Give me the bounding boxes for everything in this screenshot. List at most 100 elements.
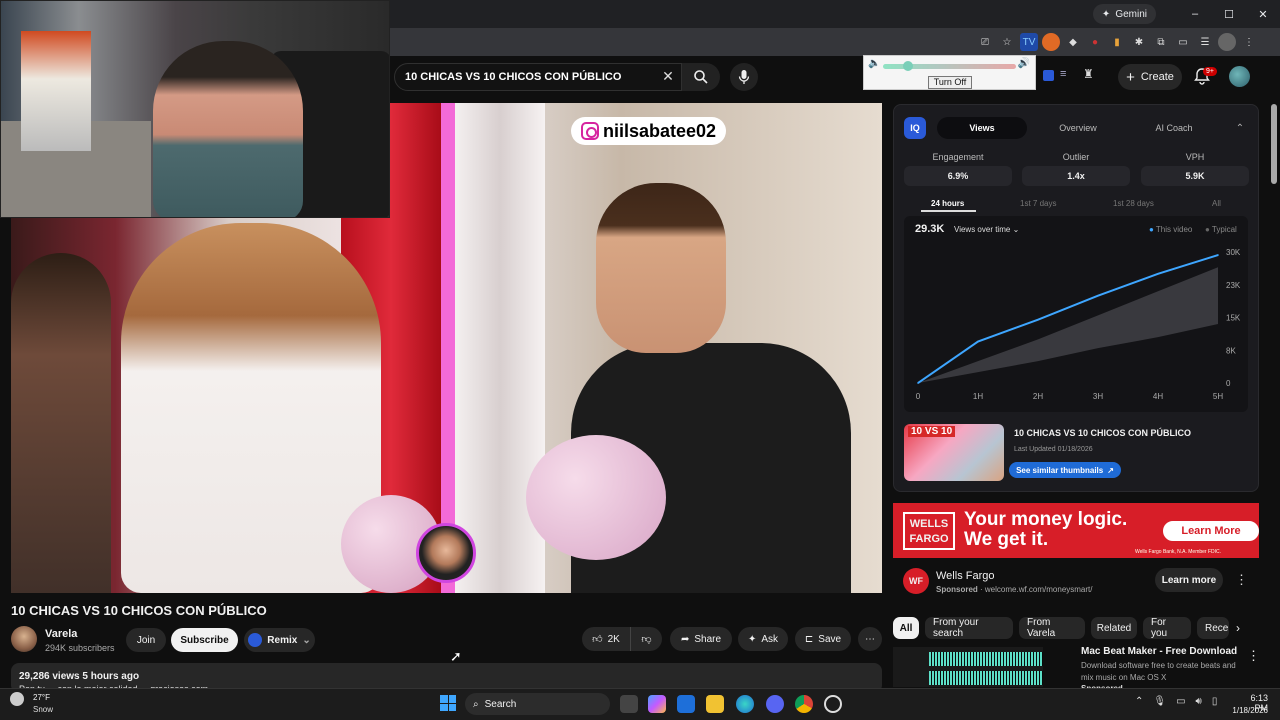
range-all[interactable]: All	[1212, 199, 1221, 208]
range-24-hours[interactable]: 24 hours	[931, 199, 964, 208]
chip-from-your-search[interactable]: From your search	[925, 617, 1013, 639]
discord-icon[interactable]	[766, 695, 784, 713]
search-input[interactable]: 10 CHICAS VS 10 CHICOS CON PÚBLICO	[394, 63, 682, 91]
account-avatar[interactable]	[1229, 66, 1250, 87]
cast-icon[interactable]: ⎚	[976, 33, 994, 51]
similar-thumbnails-button[interactable]: See similar thumbnails ↗	[1009, 462, 1121, 478]
kebab-menu-icon[interactable]: ⋮	[1235, 572, 1248, 588]
save-button[interactable]: ⊏ Save	[795, 627, 851, 651]
tab-views[interactable]: Views	[937, 117, 1027, 139]
search-icon: ⌕	[473, 698, 479, 710]
chevron-down-icon: ⌄	[302, 634, 311, 646]
remix-button[interactable]: Remix ⌄	[244, 628, 315, 652]
webcam-overlay	[0, 0, 390, 218]
trophy-icon[interactable]: ♜	[1083, 67, 1094, 81]
orange-extension-icon[interactable]	[1042, 33, 1060, 51]
gemini-button[interactable]: ✦ Gemini	[1092, 4, 1156, 24]
turn-off-button[interactable]: Turn Off	[928, 76, 972, 89]
tab-search-icon[interactable]: ☰	[1196, 33, 1214, 51]
maximize-button[interactable]: ☐	[1212, 8, 1246, 21]
subscribe-button[interactable]: Subscribe	[171, 628, 238, 652]
voice-search-button[interactable]	[730, 63, 758, 91]
waveform	[929, 652, 1043, 666]
app-icon[interactable]	[824, 695, 842, 713]
more-actions-button[interactable]: ⋯	[858, 627, 882, 651]
chrome-icon[interactable]	[795, 695, 813, 713]
microphone-icon[interactable]: 🎙︎	[1153, 696, 1166, 707]
search-button[interactable]	[682, 63, 720, 91]
chip-for-you[interactable]: For you	[1143, 617, 1191, 639]
speaker-icon[interactable]: 🔊︎	[1196, 696, 1202, 707]
instagram-handle: niilsabatee02	[603, 120, 717, 141]
weather-temperature[interactable]: 27°F	[33, 693, 50, 702]
thumbnail-preview[interactable]: 10 VS 10	[904, 424, 1004, 481]
dislike-button[interactable]: 👎︎	[630, 627, 662, 651]
recommendation-title[interactable]: Mac Beat Maker - Free Download	[1081, 646, 1237, 657]
similar-label: See similar thumbnails	[1016, 465, 1104, 475]
puzzle-icon[interactable]: ⧉	[1152, 33, 1170, 51]
chevron-up-icon[interactable]: ⌃	[1232, 121, 1248, 135]
file-explorer-icon[interactable]	[706, 695, 724, 713]
channel-name[interactable]: Varela	[45, 628, 77, 640]
ad-banner-cta[interactable]: Learn More	[1163, 521, 1259, 541]
like-button[interactable]: 👍︎ 2K	[582, 627, 630, 651]
volume-slider-thumb[interactable]	[903, 61, 913, 71]
join-button[interactable]: Join	[126, 628, 166, 652]
network-icon[interactable]: ▭	[1176, 696, 1185, 707]
red-extension-icon[interactable]: ●	[1086, 33, 1104, 51]
chip-related[interactable]: Related	[1091, 617, 1137, 639]
scrollbar-thumb[interactable]	[1271, 104, 1277, 184]
legend-dot-icon: ●	[1149, 225, 1154, 234]
chevron-right-icon[interactable]: ›	[1236, 621, 1240, 635]
taskbar-search[interactable]: ⌕ Search	[465, 693, 610, 715]
close-icon[interactable]: ✕	[660, 68, 676, 84]
range-7-days[interactable]: 1st 7 days	[1020, 199, 1056, 208]
close-window-button[interactable]: ✕	[1246, 8, 1280, 21]
sparkle-icon: ✦	[1101, 8, 1111, 20]
battery-icon[interactable]: ▯	[1212, 696, 1218, 707]
outlook-icon[interactable]	[677, 695, 695, 713]
share-button[interactable]: ➦ Share	[670, 627, 732, 651]
copilot-icon[interactable]	[648, 695, 666, 713]
flame-extension-icon[interactable]: ▮	[1108, 33, 1126, 51]
ad-fine-print: Wells Fargo Bank, N.A. Member FDIC.	[1135, 549, 1222, 555]
list-icon[interactable]: ≡	[1060, 68, 1066, 80]
create-button[interactable]: + Create	[1118, 64, 1182, 90]
data-point	[1037, 318, 1039, 321]
ask-button[interactable]: ✦ Ask	[738, 627, 788, 651]
weather-condition[interactable]: Snow	[33, 705, 53, 714]
diamond-extension-icon[interactable]: ◆	[1064, 33, 1082, 51]
tv-extension-icon[interactable]: TV	[1020, 33, 1038, 51]
vidiq-header-icon[interactable]	[1043, 70, 1054, 81]
thumbs-up-icon: 👍︎	[592, 634, 603, 645]
snow-icon[interactable]	[10, 692, 24, 706]
paw-extension-icon[interactable]: ✱	[1130, 33, 1148, 51]
kebab-menu-icon[interactable]: ⋮	[1240, 33, 1258, 51]
chip-recent[interactable]: Rece	[1197, 617, 1229, 639]
clock-date[interactable]: 1/18/2026	[1223, 706, 1268, 715]
tab-overview[interactable]: Overview	[1033, 117, 1123, 139]
sparkle-icon: ✦	[747, 633, 757, 645]
waveform	[929, 671, 1043, 685]
edge-icon[interactable]	[736, 695, 754, 713]
minimize-button[interactable]: –	[1178, 8, 1212, 20]
task-view-icon[interactable]	[620, 695, 638, 713]
range-28-days[interactable]: 1st 28 days	[1113, 199, 1154, 208]
windows-start-icon[interactable]	[440, 695, 456, 711]
sidepanel-icon[interactable]: ▭	[1174, 33, 1192, 51]
profile-icon[interactable]	[1218, 33, 1236, 51]
windows-taskbar	[0, 688, 1280, 720]
learn-more-button[interactable]: Learn more	[1155, 568, 1223, 592]
kebab-menu-icon[interactable]: ⋮	[1247, 648, 1260, 664]
chevron-up-icon[interactable]: ⌃	[1135, 696, 1143, 707]
channel-watermark	[416, 523, 476, 583]
channel-avatar[interactable]	[11, 626, 37, 652]
tab-ai-coach[interactable]: AI Coach	[1129, 117, 1219, 139]
recommendation-thumbnail[interactable]	[893, 647, 1043, 687]
chip-from-varela[interactable]: From Varela	[1019, 617, 1085, 639]
advertiser-name[interactable]: Wells Fargo	[936, 570, 994, 582]
star-icon[interactable]: ☆	[998, 33, 1016, 51]
chart-mode-dropdown[interactable]: Views over time ⌄	[954, 225, 1019, 234]
chip-all[interactable]: All	[893, 617, 919, 639]
y-tick-label: 8K	[1226, 346, 1236, 355]
